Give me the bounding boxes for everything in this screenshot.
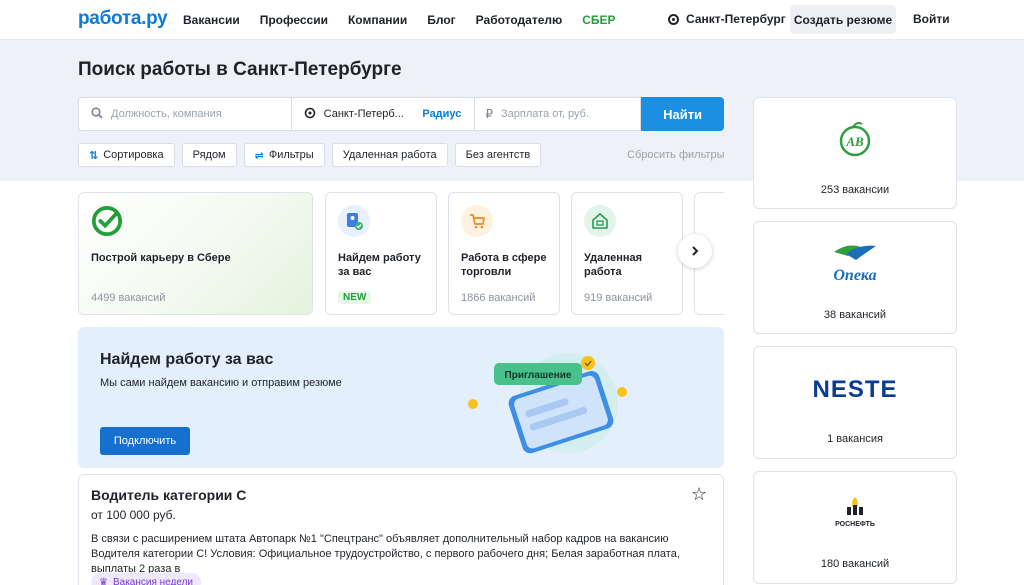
category-title: Удаленная работа (584, 252, 643, 278)
category-carousel: Построй карьеру в Сбере 4499 вакансий На… (78, 192, 724, 316)
category-title: Найдем работу за вас (338, 252, 421, 278)
vacancy-badge-label: Вакансия недели (112, 576, 194, 585)
filter-chips: ⇅ Сортировка Рядом ⇌ Фильтры Удаленная р… (78, 143, 548, 167)
category-count: 919 вакансий (584, 292, 653, 304)
filters-chip[interactable]: ⇌ Фильтры (243, 143, 325, 167)
employer-logo-rosneft: РОСНЕФТЬ (754, 488, 956, 538)
svg-text:РОСНЕФТЬ: РОСНЕФТЬ (835, 521, 875, 528)
employer-logo-opeka: Опека (754, 238, 956, 288)
category-title: Работа в сфере торговли (461, 252, 547, 278)
job-search-input[interactable]: Должность, компания (78, 97, 292, 131)
nav-employer[interactable]: Работодателю (476, 13, 563, 27)
category-card-trade[interactable]: Работа в сфере торговли 1866 вакансий (448, 192, 560, 315)
svg-text:АВ: АВ (845, 134, 864, 149)
employer-card[interactable]: Опека 38 вакансий (753, 221, 957, 334)
top-header: работа.ру Вакансии Профессии Компании Бл… (0, 0, 1024, 40)
category-count: 4499 вакансий (91, 292, 166, 304)
employer-logo-neste: NESTE (754, 363, 956, 413)
filters-chip-label: Фильтры (268, 149, 314, 161)
home-icon (584, 205, 616, 237)
nearby-chip[interactable]: Рядом (181, 143, 237, 167)
svg-text:Опека: Опека (833, 267, 876, 284)
employer-card[interactable]: РОСНЕФТЬ 180 вакансий (753, 471, 957, 584)
promo-banner: Найдем работу за вас Мы сами найдем вака… (78, 327, 724, 468)
job-search-placeholder: Должность, компания (111, 108, 222, 120)
nav-professions[interactable]: Профессии (260, 13, 328, 27)
category-title: Построй карьеру в Сбере (91, 252, 231, 264)
radius-button[interactable]: Радиус (422, 108, 461, 120)
shopping-cart-icon (461, 205, 493, 237)
connect-button[interactable]: Подключить (100, 427, 190, 455)
category-card-remote[interactable]: Удаленная работа 919 вакансий (571, 192, 683, 315)
promo-title: Найдем работу за вас (100, 351, 274, 368)
login-button[interactable]: Войти (913, 12, 950, 26)
salary-placeholder: Зарплата от, руб. (501, 108, 590, 120)
employer-vacancy-count: 180 вакансий (820, 558, 890, 570)
vacancy-description: В связи с расширением штата Автопарк №1 … (91, 533, 680, 575)
employer-vacancy-count: 38 вакансий (823, 309, 887, 321)
promo-subtitle: Мы сами найдем вакансию и отправим резюм… (100, 377, 342, 389)
remote-chip[interactable]: Удаленная работа (331, 143, 448, 167)
sort-icon: ⇅ (89, 149, 99, 162)
search-icon (91, 106, 103, 122)
nav-companies[interactable]: Компании (348, 13, 407, 27)
vacancy-card[interactable]: Водитель категории С ☆ от 100 000 руб. В… (78, 474, 724, 585)
employer-vacancy-count: 1 вакансия (827, 433, 883, 445)
location-pin-icon (668, 13, 679, 25)
category-card-sber[interactable]: Построй карьеру в Сбере 4499 вакансий (78, 192, 313, 315)
search-bar: Должность, компания Санкт-Петерб... Ради… (78, 97, 724, 131)
sort-chip-label: Сортировка (103, 149, 164, 161)
nav-sber[interactable]: СБЕР (582, 13, 615, 27)
city-input-value: Санкт-Петерб... (323, 108, 404, 120)
carousel-next-button[interactable] (678, 234, 712, 268)
city-input[interactable]: Санкт-Петерб... Радиус (291, 97, 476, 131)
city-label: Санкт-Петербург (686, 12, 786, 26)
crown-icon: ♛ (99, 576, 108, 585)
employer-vacancy-count: 253 вакансии (820, 184, 890, 196)
category-count: 1866 вакансий (461, 292, 536, 304)
filters-icon: ⇌ (254, 149, 264, 162)
location-pin-icon (304, 107, 316, 122)
create-resume-button[interactable]: Создать резюме (790, 5, 896, 34)
employer-logo-av: АВ (754, 114, 956, 164)
chevron-right-icon (692, 246, 699, 256)
invite-label: Приглашение (505, 370, 572, 381)
sber-logo-icon (91, 205, 123, 237)
sort-chip[interactable]: ⇅ Сортировка (78, 143, 175, 167)
salary-input[interactable]: ₽ Зарплата от, руб. (475, 97, 642, 131)
invitation-illustration: Приглашение (468, 353, 627, 454)
vacancy-salary: от 100 000 руб. (91, 508, 176, 522)
new-badge: NEW (338, 291, 372, 304)
page-title: Поиск работы в Санкт-Петербурге (78, 59, 402, 80)
employer-card[interactable]: NESTE 1 вакансия (753, 346, 957, 459)
svg-text:NESTE: NESTE (812, 376, 897, 403)
resume-check-icon (338, 205, 370, 237)
favorite-star-icon[interactable]: ☆ (691, 484, 707, 505)
no-agencies-chip[interactable]: Без агентств (454, 143, 542, 167)
ruble-icon: ₽ (485, 107, 494, 121)
vacancy-of-week-badge: ♛ Вакансия недели (91, 573, 202, 585)
nav-vacancies[interactable]: Вакансии (183, 13, 240, 27)
vacancy-title[interactable]: Водитель категории С (91, 487, 246, 503)
employer-card[interactable]: АВ 253 вакансии (753, 97, 957, 209)
reset-filters-link[interactable]: Сбросить фильтры (627, 149, 725, 161)
find-button[interactable]: Найти (641, 97, 724, 131)
category-card-find-job[interactable]: Найдем работу за вас NEW (325, 192, 437, 315)
site-logo[interactable]: работа.ру (78, 8, 168, 30)
city-selector[interactable]: Санкт-Петербург (668, 12, 786, 26)
main-nav: Вакансии Профессии Компании Блог Работод… (183, 0, 636, 40)
nav-blog[interactable]: Блог (427, 13, 455, 27)
